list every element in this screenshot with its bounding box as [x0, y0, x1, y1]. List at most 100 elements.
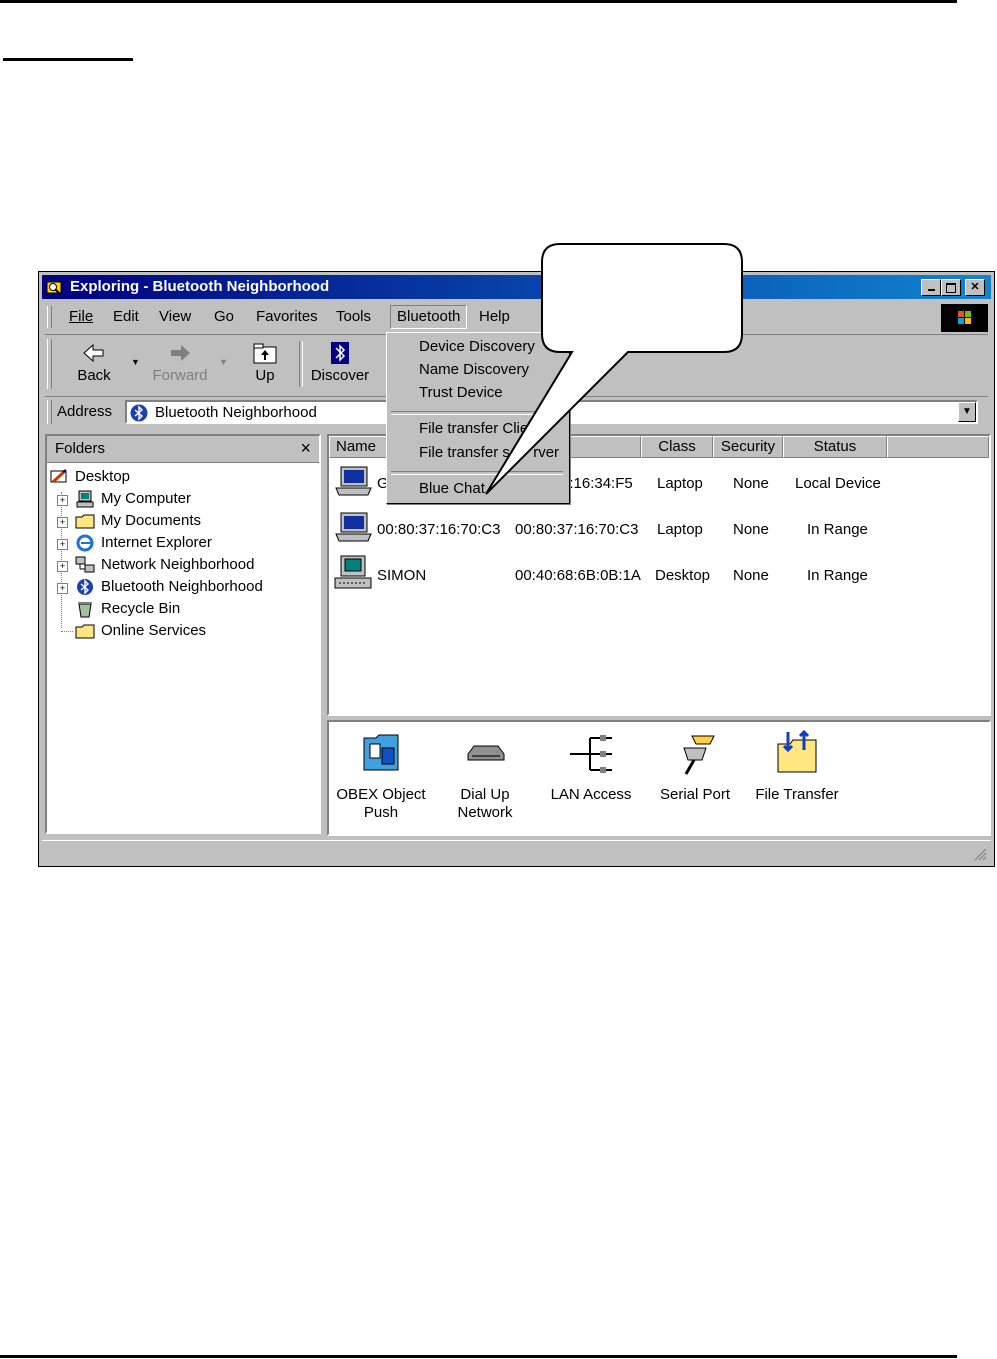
top-rule [0, 0, 957, 3]
row-class: Laptop [657, 475, 703, 492]
menu-file[interactable]: File [63, 306, 99, 328]
menu-view[interactable]: View [153, 306, 197, 328]
service-label: Network [457, 804, 513, 821]
maximize-button[interactable] [941, 279, 961, 296]
back-arrow-icon [69, 341, 119, 367]
ie-icon [76, 534, 94, 552]
tree-item-label: Recycle Bin [101, 600, 181, 617]
menu-help-label: Help [479, 308, 510, 325]
heading-underline [3, 58, 133, 61]
menu-item-label: File transfer Clie [419, 420, 529, 437]
service-file-transfer[interactable]: File Transfer [745, 729, 849, 804]
row-address: 7:16:34:F5 [561, 475, 633, 492]
tree-item-label: Internet Explorer [101, 534, 212, 551]
menu-go[interactable]: Go [208, 306, 240, 328]
forward-dropdown-icon: ▼ [219, 357, 228, 367]
folders-header: Folders × [47, 436, 319, 463]
folders-pane: Folders × Desktop + My Computer + My Doc… [45, 434, 321, 834]
tree-item-label: Desktop [75, 468, 131, 485]
menu-separator [391, 411, 563, 415]
chevron-down-icon: ▼ [962, 406, 972, 417]
column-header-status[interactable]: Status [783, 436, 887, 458]
service-dial-up-network[interactable]: Dial Up Network [445, 730, 525, 822]
menu-edit-label: Edit [113, 308, 139, 325]
bluetooth-menu: Device Discovery Name Discovery Trust De… [386, 332, 570, 504]
toolbar-grip[interactable] [47, 339, 52, 389]
folder-icon [75, 624, 95, 639]
discover-bluetooth-icon [307, 341, 373, 367]
discover-button[interactable]: Discover [307, 341, 373, 384]
menu-item-file-transfer-server[interactable]: File transfer se rver [419, 442, 559, 464]
folder-icon [75, 514, 95, 529]
serial-port-icon [683, 735, 715, 775]
recycle-bin-icon [78, 602, 92, 618]
modem-icon [467, 745, 505, 761]
menu-bluetooth[interactable]: Bluetooth [390, 305, 468, 329]
desktop-computer-icon [334, 555, 372, 589]
column-header-filler [887, 436, 989, 458]
menu-item-name-discovery[interactable]: Name Discovery [419, 359, 529, 381]
row-status: In Range [807, 521, 868, 538]
expand-icon[interactable]: + [57, 583, 68, 594]
address-label: Address [57, 403, 113, 420]
computer-icon [76, 490, 94, 508]
address-dropdown-button[interactable]: ▼ [958, 402, 976, 422]
close-button[interactable]: ✕ [965, 279, 985, 296]
minimize-button[interactable] [921, 279, 941, 296]
menu-edit[interactable]: Edit [107, 306, 145, 328]
expand-icon[interactable]: + [57, 517, 68, 528]
back-dropdown-icon[interactable]: ▼ [131, 357, 140, 367]
menu-item-file-transfer-client[interactable]: File transfer Clie [419, 418, 528, 440]
bluetooth-icon [130, 404, 148, 422]
folders-close-icon[interactable]: × [300, 438, 311, 459]
resize-grip-icon[interactable] [973, 847, 987, 861]
menu-tools[interactable]: Tools [330, 306, 377, 328]
back-button[interactable]: Back [69, 341, 119, 384]
minimize-icon [927, 289, 935, 291]
menu-item-label: rver [533, 444, 560, 461]
service-label: LAN Access [550, 786, 632, 803]
expand-icon[interactable]: + [57, 539, 68, 550]
menu-item-blue-chat[interactable]: Blue Chat [419, 478, 485, 500]
desktop-icon [50, 469, 67, 484]
row-name: 00:80:37:16:70:C3 [377, 521, 501, 538]
title-bar[interactable]: Exploring - Bluetooth Neighborhood ✕ [42, 275, 991, 299]
forward-arrow-icon [149, 341, 211, 367]
tree-item-label: My Computer [101, 490, 192, 507]
column-header-security[interactable]: Security [713, 436, 783, 458]
service-obex-object-push[interactable]: OBEX Object Push [333, 730, 429, 822]
up-button[interactable]: Up [245, 341, 285, 384]
row-class: Laptop [657, 521, 703, 538]
menu-favorites[interactable]: Favorites [250, 306, 324, 328]
menu-item-label: Name Discovery [419, 361, 530, 378]
service-serial-port[interactable]: Serial Port [651, 730, 739, 804]
menu-help[interactable]: Help [473, 306, 516, 328]
tree-item-label: My Documents [101, 512, 202, 529]
service-lan-access[interactable]: LAN Access [541, 730, 641, 804]
tree-item-label: Network Neighborhood [101, 556, 255, 573]
expand-icon[interactable]: + [57, 495, 68, 506]
expand-icon[interactable]: + [57, 561, 68, 572]
service-label: Serial Port [659, 786, 731, 803]
bottom-rule [0, 1355, 957, 1358]
tree-item-label: Bluetooth Neighborhood [101, 578, 263, 595]
explorer-icon [46, 281, 62, 294]
address-value: Bluetooth Neighborhood [155, 404, 317, 421]
menu-bluetooth-label: Bluetooth [397, 308, 461, 325]
menu-grip[interactable] [47, 306, 52, 328]
up-folder-icon [245, 341, 285, 367]
column-header-class[interactable]: Class [641, 436, 713, 458]
service-label: OBEX Object [336, 786, 426, 803]
laptop-icon [335, 512, 372, 542]
discover-label: Discover [310, 367, 370, 384]
address-grip[interactable] [47, 400, 52, 424]
menu-item-device-discovery[interactable]: Device Discovery [419, 336, 535, 358]
service-label: Push [363, 804, 399, 821]
forward-button: Forward [149, 341, 211, 384]
tree-line [61, 631, 73, 632]
menu-item-trust-device[interactable]: Trust Device [419, 382, 503, 404]
row-status: In Range [807, 567, 868, 584]
row-security: None [733, 521, 769, 538]
tree-item-label: Online Services [101, 622, 207, 639]
tree-line [61, 492, 62, 628]
